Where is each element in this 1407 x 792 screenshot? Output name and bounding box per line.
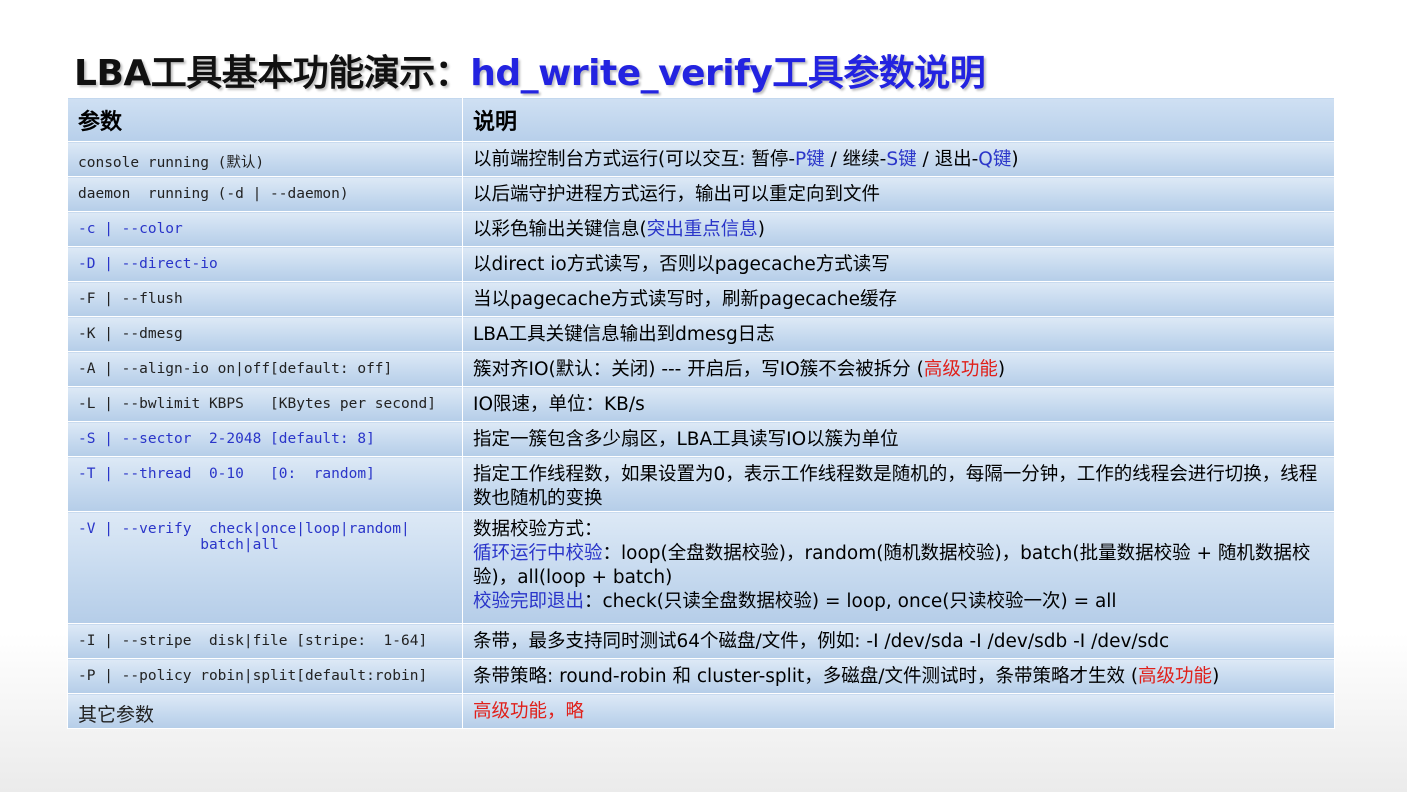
desc-cell: 条带策略: round-robin 和 cluster-split，多磁盘/文件…: [462, 658, 1335, 694]
header-desc: 说明: [462, 97, 1335, 142]
param-cell: -I | --stripe disk|file [stripe: 1-64]: [67, 623, 463, 659]
table-row: -K | --dmesg LBA工具关键信息输出到dmesg日志: [67, 316, 1335, 352]
table-row: 其它参数 高级功能，略: [67, 693, 1335, 729]
table-row: -L | --bwlimit KBPS [KBytes per second] …: [67, 386, 1335, 422]
param-cell: -L | --bwlimit KBPS [KBytes per second]: [67, 386, 463, 422]
desc-cell: 簇对齐IO(默认：关闭) --- 开启后，写IO簇不会被拆分 (高级功能): [462, 351, 1335, 387]
page-title: LBA工具基本功能演示：hd_write_verify工具参数说明: [74, 44, 986, 96]
table-row: -A | --align-io on|off[default: off] 簇对齐…: [67, 351, 1335, 387]
param-cell: -A | --align-io on|off[default: off]: [67, 351, 463, 387]
desc-cell: IO限速，单位：KB/s: [462, 386, 1335, 422]
table-row: console running (默认) 以前端控制台方式运行(可以交互: 暂停…: [67, 141, 1335, 177]
param-cell: -K | --dmesg: [67, 316, 463, 352]
table-row: -S | --sector 2-2048 [default: 8] 指定一簇包含…: [67, 421, 1335, 457]
table-row: -D | --direct-io 以direct io方式读写，否则以pagec…: [67, 246, 1335, 282]
param-cell: -F | --flush: [67, 281, 463, 317]
parameter-table: 参数 说明 console running (默认) 以前端控制台方式运行(可以…: [67, 97, 1335, 729]
param-cell: -D | --direct-io: [67, 246, 463, 282]
param-cell: daemon running (-d | --daemon): [67, 176, 463, 212]
param-cell: 其它参数: [67, 693, 463, 729]
desc-cell: LBA工具关键信息输出到dmesg日志: [462, 316, 1335, 352]
desc-cell: 数据校验方式： 循环运行中校验：loop(全盘数据校验)，random(随机数据校…: [462, 511, 1335, 624]
param-cell: console running (默认): [67, 141, 463, 177]
desc-cell: 以前端控制台方式运行(可以交互: 暂停-P键 / 继续-S键 / 退出-Q键): [462, 141, 1335, 177]
param-cell: -S | --sector 2-2048 [default: 8]: [67, 421, 463, 457]
table-row: daemon running (-d | --daemon) 以后端守护进程方式…: [67, 176, 1335, 212]
table-row: -F | --flush 当以pagecache方式读写时，刷新pagecach…: [67, 281, 1335, 317]
title-main: LBA工具基本功能演示：: [74, 53, 471, 94]
table-row: -I | --stripe disk|file [stripe: 1-64] 条…: [67, 623, 1335, 659]
param-cell: -c | --color: [67, 211, 463, 247]
desc-cell: 指定工作线程数，如果设置为0，表示工作线程数是随机的，每隔一分钟，工作的线程会进…: [462, 456, 1335, 512]
desc-cell: 指定一簇包含多少扇区，LBA工具读写IO以簇为单位: [462, 421, 1335, 457]
table-row: -V | --verify check|once|loop|random| ba…: [67, 511, 1335, 624]
param-cell: -P | --policy robin|split[default:robin]: [67, 658, 463, 694]
table-row: -c | --color 以彩色输出关键信息(突出重点信息): [67, 211, 1335, 247]
header-param: 参数: [67, 97, 463, 142]
desc-cell: 以后端守护进程方式运行，输出可以重定向到文件: [462, 176, 1335, 212]
desc-cell: 以彩色输出关键信息(突出重点信息): [462, 211, 1335, 247]
table-row: -P | --policy robin|split[default:robin]…: [67, 658, 1335, 694]
desc-cell: 当以pagecache方式读写时，刷新pagecache缓存: [462, 281, 1335, 317]
desc-cell: 条带，最多支持同时测试64个磁盘/文件，例如: -I /dev/sda -I /…: [462, 623, 1335, 659]
param-cell: -T | --thread 0-10 [0: random]: [67, 456, 463, 512]
table-row: -T | --thread 0-10 [0: random] 指定工作线程数，如…: [67, 456, 1335, 512]
table-header-row: 参数 说明: [67, 97, 1335, 142]
param-cell: -V | --verify check|once|loop|random| ba…: [67, 511, 463, 624]
title-accent: hd_write_verify工具参数说明: [470, 53, 986, 94]
desc-cell: 高级功能，略: [462, 693, 1335, 729]
desc-cell: 以direct io方式读写，否则以pagecache方式读写: [462, 246, 1335, 282]
